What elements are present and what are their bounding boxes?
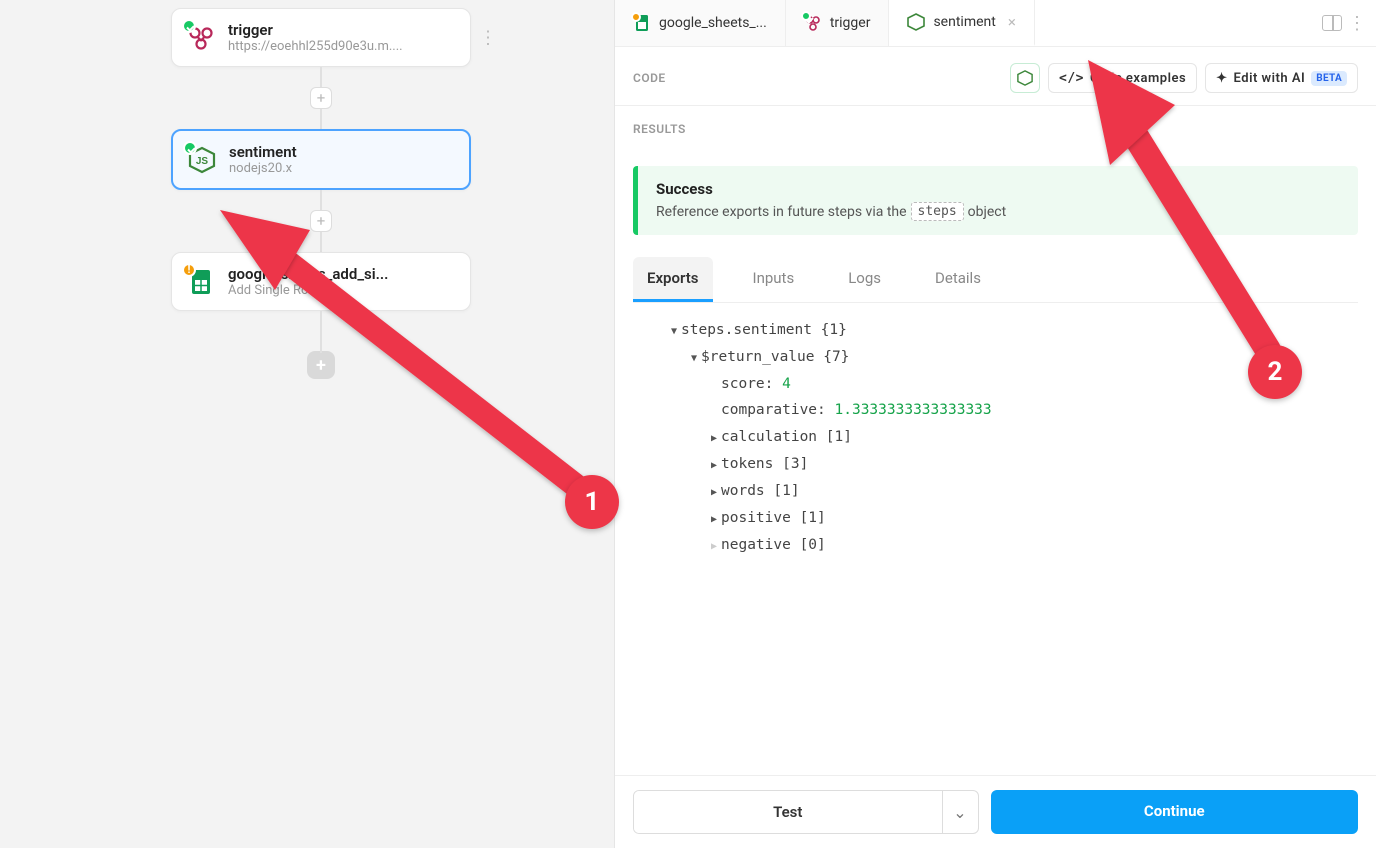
- success-banner: Success Reference exports in future step…: [633, 166, 1358, 235]
- caret-icon[interactable]: [667, 317, 681, 344]
- layout-toggle-icon[interactable]: [1322, 15, 1342, 31]
- close-icon[interactable]: ×: [1008, 13, 1016, 31]
- exports-tree: steps.sentiment {1} $return_value {7} sc…: [633, 317, 1358, 558]
- result-tab-details[interactable]: Details: [921, 257, 995, 302]
- workflow-canvas: trigger https://eoehhl255d90e3u.m.... ⋮ …: [0, 0, 614, 848]
- caret-icon[interactable]: [707, 532, 721, 559]
- sparkle-icon: ✦: [1216, 71, 1227, 86]
- step-title: trigger: [228, 21, 403, 39]
- runtime-pill[interactable]: [1010, 63, 1040, 93]
- nodejs-icon: JS: [187, 145, 217, 175]
- step-subtitle: nodejs20.x: [229, 161, 297, 176]
- success-prefix: Reference exports in future steps via th…: [656, 204, 907, 220]
- editor-panel: google_sheets_... trigger sentiment × ⋮: [614, 0, 1376, 848]
- caret-icon[interactable]: [707, 424, 721, 451]
- section-label-text: CODE: [633, 71, 666, 85]
- webhook-icon: [186, 23, 216, 53]
- caret-icon[interactable]: [687, 344, 701, 371]
- tree-node-words[interactable]: words [1]: [633, 478, 1358, 505]
- tree-leaf-comparative[interactable]: comparative: 1.3333333333333333: [633, 397, 1358, 424]
- add-step-icon[interactable]: +: [310, 210, 332, 232]
- nodejs-icon: [907, 13, 925, 31]
- code-section-header: CODE </> Code examples ✦ Edit with AI BE…: [615, 47, 1376, 106]
- tree-node-calculation[interactable]: calculation [1]: [633, 424, 1358, 451]
- caret-icon[interactable]: [707, 505, 721, 532]
- results-area: Success Reference exports in future step…: [615, 148, 1376, 775]
- workflow-step-sentiment[interactable]: JS sentiment nodejs20.x: [171, 129, 471, 190]
- tab-trigger[interactable]: trigger: [786, 0, 890, 46]
- workflow-step-trigger[interactable]: trigger https://eoehhl255d90e3u.m.... ⋮: [171, 8, 471, 67]
- tab-sentiment[interactable]: sentiment ×: [889, 0, 1034, 46]
- webhook-icon: [804, 14, 822, 32]
- chevron-down-icon: ⌄: [953, 803, 966, 822]
- footer-actions: Test ⌄ Continue: [615, 775, 1376, 848]
- test-dropdown-button[interactable]: ⌄: [942, 791, 978, 833]
- tab-label: sentiment: [933, 14, 995, 30]
- section-label-text: RESULTS: [633, 122, 686, 136]
- beta-badge: BETA: [1311, 71, 1347, 86]
- tree-leaf-score[interactable]: score: 4: [633, 371, 1358, 398]
- step-subtitle: https://eoehhl255d90e3u.m....: [228, 39, 403, 54]
- step-title: google_sheets_add_si...: [228, 265, 388, 283]
- caret-icon[interactable]: [707, 478, 721, 505]
- results-section-header: RESULTS: [615, 106, 1376, 148]
- workflow-step-sheets[interactable]: google_sheets_add_si... Add Single Row: [171, 252, 471, 311]
- tree-node-positive[interactable]: positive [1]: [633, 505, 1358, 532]
- code-examples-button[interactable]: </> Code examples: [1048, 63, 1197, 93]
- tree-node-tokens[interactable]: tokens [3]: [633, 451, 1358, 478]
- svg-text:JS: JS: [196, 156, 209, 167]
- tab-label: trigger: [830, 15, 871, 31]
- tree-node-negative[interactable]: negative [0]: [633, 532, 1358, 559]
- steps-chip: steps: [911, 202, 964, 221]
- continue-button[interactable]: Continue: [991, 790, 1359, 834]
- success-suffix: object: [968, 204, 1007, 220]
- tab-overflow-menu-icon[interactable]: ⋮: [1348, 13, 1366, 34]
- google-sheets-icon: [186, 267, 216, 297]
- test-button-group: Test ⌄: [633, 790, 979, 834]
- tree-node-return[interactable]: $return_value {7}: [633, 344, 1358, 371]
- tab-label: google_sheets_...: [659, 15, 767, 31]
- result-tab-logs[interactable]: Logs: [834, 257, 895, 302]
- result-tab-exports[interactable]: Exports: [633, 257, 713, 302]
- caret-icon[interactable]: [707, 451, 721, 478]
- google-sheets-icon: [633, 14, 651, 32]
- step-menu-icon[interactable]: ⋮: [479, 27, 498, 48]
- edit-with-ai-button[interactable]: ✦ Edit with AI BETA: [1205, 63, 1358, 93]
- result-tab-inputs[interactable]: Inputs: [739, 257, 809, 302]
- add-step-icon[interactable]: +: [310, 87, 332, 109]
- tab-google-sheets[interactable]: google_sheets_...: [615, 0, 786, 46]
- step-title: sentiment: [229, 143, 297, 161]
- step-subtitle: Add Single Row: [228, 283, 388, 298]
- add-step-end-button[interactable]: +: [307, 351, 335, 379]
- success-title: Success: [656, 180, 1340, 198]
- tree-node-root[interactable]: steps.sentiment {1}: [633, 317, 1358, 344]
- code-icon: </>: [1059, 71, 1084, 86]
- editor-tabs: google_sheets_... trigger sentiment × ⋮: [615, 0, 1376, 47]
- result-tabs: Exports Inputs Logs Details: [633, 257, 1358, 303]
- test-button[interactable]: Test: [634, 791, 942, 833]
